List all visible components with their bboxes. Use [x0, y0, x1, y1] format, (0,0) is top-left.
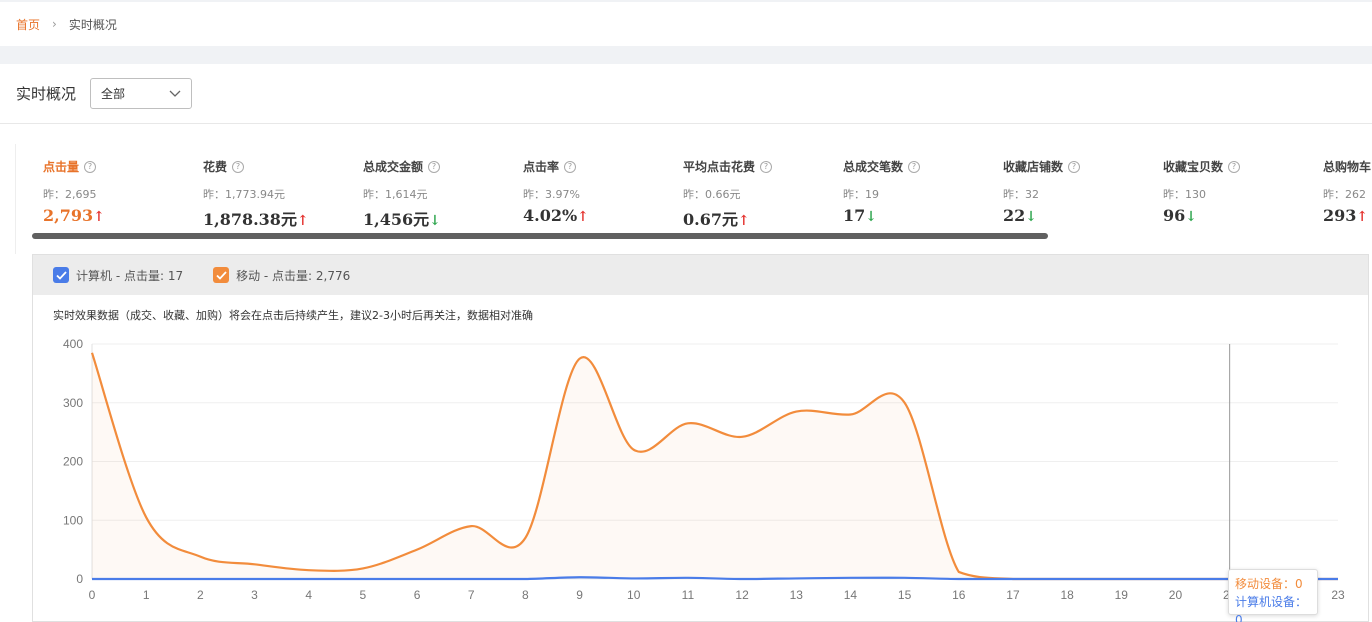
device-select[interactable]: 全部	[90, 78, 193, 109]
page-title: 实时概况	[16, 85, 77, 103]
arrow-down-icon: ↓	[1185, 209, 1197, 225]
chevron-right-icon: ›	[52, 17, 57, 31]
chart-panel: 计算机 - 点击量: 17 移动 - 点击量: 2,776 实时效果数据（成交、…	[32, 254, 1369, 622]
metric-value: 4.02%	[523, 206, 578, 225]
help-icon[interactable]: ?	[428, 160, 441, 173]
help-icon[interactable]: ?	[908, 160, 921, 173]
metric-label: 点击量	[43, 160, 80, 174]
arrow-up-icon: ↑	[296, 213, 309, 229]
metric-yesterday: 昨：0.66元	[683, 188, 741, 201]
arrow-down-icon: ↓	[865, 209, 877, 225]
x-tick-label: 9	[576, 588, 583, 602]
x-tick-label: 1	[143, 588, 150, 602]
help-icon[interactable]: ?	[1228, 160, 1241, 173]
y-tick-label: 0	[76, 572, 83, 586]
x-tick-label: 6	[414, 588, 421, 602]
metrics-scrollbar[interactable]	[32, 233, 1048, 239]
tooltip-pc: 计算机设备：0	[1235, 595, 1308, 622]
x-tick-label: 3	[251, 588, 258, 602]
metric-yesterday: 昨：1,773.94元	[203, 188, 285, 201]
x-tick-label: 23	[1331, 588, 1345, 602]
metric-item[interactable]: 总购物车昨：262 293↑	[1323, 158, 1372, 225]
metric-value: 22	[1003, 206, 1026, 225]
metric-item[interactable]: 收藏店铺数? 昨：32 22↓	[1003, 158, 1163, 225]
metric-yesterday: 昨：130	[1163, 188, 1206, 201]
metric-label: 收藏宝贝数	[1163, 160, 1224, 174]
tooltip-mobile: 移动设备：0	[1235, 577, 1303, 591]
arrow-up-icon: ↑	[93, 209, 105, 225]
help-icon[interactable]: ?	[760, 160, 773, 173]
metric-item[interactable]: 点击率? 昨：3.97% 4.02%↑	[523, 158, 683, 225]
arrow-down-icon: ↓	[429, 213, 441, 229]
breadcrumb-home-link[interactable]: 首页	[16, 16, 40, 33]
x-tick-label: 2	[197, 588, 204, 602]
metric-yesterday: 昨：1,614元	[363, 188, 428, 201]
y-tick-label: 300	[63, 396, 83, 410]
x-tick-label: 15	[898, 588, 912, 602]
metric-value: 2,793	[43, 206, 94, 225]
metric-label: 收藏店铺数	[1003, 160, 1064, 174]
arrow-down-icon: ↓	[1025, 209, 1037, 225]
breadcrumb-current: 实时概况	[68, 17, 117, 32]
y-tick-label: 400	[63, 337, 83, 351]
x-tick-label: 11	[682, 588, 695, 602]
x-tick-label: 7	[468, 588, 475, 602]
x-tick-label: 5	[360, 588, 367, 602]
help-icon[interactable]: ?	[84, 160, 97, 173]
arrow-up-icon: ↑	[1356, 209, 1369, 225]
metric-item[interactable]: 平均点击花费? 昨：0.66元 0.67元↑	[683, 158, 843, 230]
x-tick-label: 17	[1006, 588, 1020, 602]
header-row: 实时概况 全部	[0, 64, 1372, 124]
metric-yesterday: 昨：262	[1323, 188, 1366, 201]
clicks-line-chart[interactable]: 01002003004000 1 2 3 4 5 6 7 8 9 10 11 12 13 14 15 16 17 1…	[33, 255, 1370, 622]
metric-item[interactable]: 总成交笔数? 昨：19 17↓	[843, 158, 1003, 225]
x-tick-label: 10	[627, 588, 641, 602]
metric-item[interactable]: 点击量? 昨：2,695 2,793↑	[43, 158, 203, 225]
x-tick-label: 13	[790, 588, 804, 602]
metric-label: 点击率	[523, 160, 560, 174]
arrow-up-icon: ↑	[577, 209, 589, 225]
y-tick-label: 100	[63, 513, 83, 527]
series-area-mobile	[92, 352, 1338, 579]
x-tick-label: 4	[305, 588, 312, 602]
help-icon[interactable]: ?	[232, 160, 245, 173]
metric-yesterday: 昨：2,695	[43, 188, 97, 201]
x-tick-label: 20	[1169, 588, 1183, 602]
x-tick-label: 18	[1060, 588, 1074, 602]
arrow-up-icon: ↑	[737, 213, 750, 229]
breadcrumb: 首页 › 实时概况	[0, 2, 1372, 46]
metric-item[interactable]: 收藏宝贝数? 昨：130 96↓	[1163, 158, 1323, 225]
metric-yesterday: 昨：3.97%	[523, 188, 580, 201]
metric-label: 平均点击花费	[683, 160, 756, 174]
y-tick-label: 200	[63, 455, 83, 469]
metric-label: 花费	[203, 160, 228, 174]
x-tick-label: 14	[844, 588, 858, 602]
x-tick-label: 12	[735, 588, 749, 602]
metric-yesterday: 昨：32	[1003, 188, 1039, 201]
metric-value: 293	[1323, 206, 1357, 225]
metric-value: 1,878.38元	[203, 210, 297, 229]
metric-label: 总成交金额	[363, 160, 424, 174]
metric-value: 0.67元	[683, 210, 738, 229]
x-tick-label: 16	[952, 588, 966, 602]
metric-item[interactable]: 花费? 昨：1,773.94元 1,878.38元↑	[203, 158, 363, 230]
x-tick-label: 19	[1115, 588, 1129, 602]
metric-value: 1,456元	[363, 210, 430, 229]
metric-label: 总成交笔数	[843, 160, 904, 174]
chart-tooltip: 移动设备：0 计算机设备：0	[1228, 569, 1318, 622]
x-tick-label: 0	[89, 588, 96, 602]
metric-yesterday: 昨：19	[843, 188, 879, 201]
metric-item[interactable]: 总成交金额? 昨：1,614元 1,456元↓	[363, 158, 523, 230]
help-icon[interactable]: ?	[564, 160, 577, 173]
device-select-value: 全部	[101, 87, 126, 101]
metric-value: 17	[843, 206, 866, 225]
x-tick-label: 8	[522, 588, 529, 602]
metric-value: 96	[1163, 206, 1186, 225]
chevron-down-icon	[169, 90, 181, 97]
metric-label: 总购物车	[1323, 160, 1372, 174]
help-icon[interactable]: ?	[1068, 160, 1081, 173]
